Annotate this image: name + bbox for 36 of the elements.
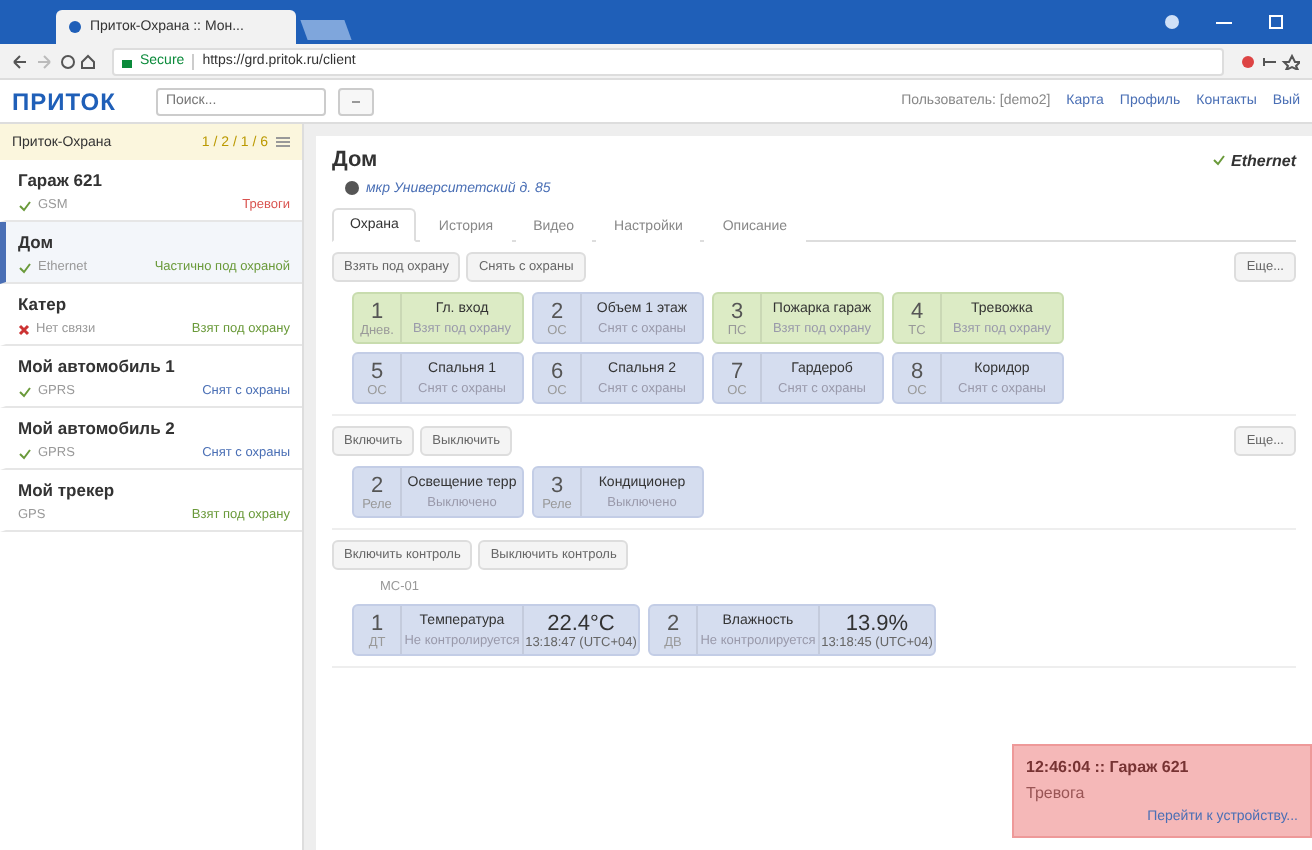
object-name: Мой трекер <box>18 480 117 500</box>
check-icon <box>1211 154 1226 166</box>
object-name: Мой автомобиль 2 <box>18 418 177 438</box>
zone-number: 6 <box>550 359 564 383</box>
dash-icon <box>349 95 362 107</box>
menu-icon[interactable] <box>276 136 290 148</box>
location-icon <box>344 180 360 196</box>
sensor-value: 13.9% <box>845 611 909 635</box>
connection-label: Ethernet <box>1231 151 1296 169</box>
object-name: Мой автомобиль 1 <box>18 356 177 376</box>
notification-message: Тревога <box>1026 784 1087 802</box>
zone-number: 5 <box>370 359 384 383</box>
new-tab-button[interactable] <box>300 20 352 40</box>
sensor-value: 22.4°C <box>547 611 615 635</box>
app-icon <box>68 20 82 34</box>
zone-number: 3 <box>730 299 744 323</box>
object-name: Катер <box>18 294 69 314</box>
notification-title: 12:46:04 :: Гараж 621 <box>1026 758 1191 776</box>
object-title: Дом <box>332 148 378 172</box>
zone-number: 2 <box>370 473 384 497</box>
profile-icon[interactable] <box>1164 14 1180 30</box>
zone-number: 3 <box>550 473 564 497</box>
zone-number: 7 <box>730 359 744 383</box>
object-name: Гараж 621 <box>18 170 104 190</box>
object-name: Дом <box>18 232 56 252</box>
lock-icon <box>122 55 132 67</box>
zone-number: 8 <box>910 359 924 383</box>
navigation-icons[interactable] <box>12 53 96 69</box>
zone-number: 1 <box>370 611 384 635</box>
zone-number: 1 <box>370 299 384 323</box>
maximize-icon[interactable] <box>1268 14 1284 30</box>
extension-icons[interactable] <box>1240 53 1300 69</box>
zone-number: 2 <box>550 299 564 323</box>
zone-number: 4 <box>910 299 924 323</box>
logo[interactable]: ПРИТОК <box>12 87 116 115</box>
zone-number: 2 <box>666 611 680 635</box>
